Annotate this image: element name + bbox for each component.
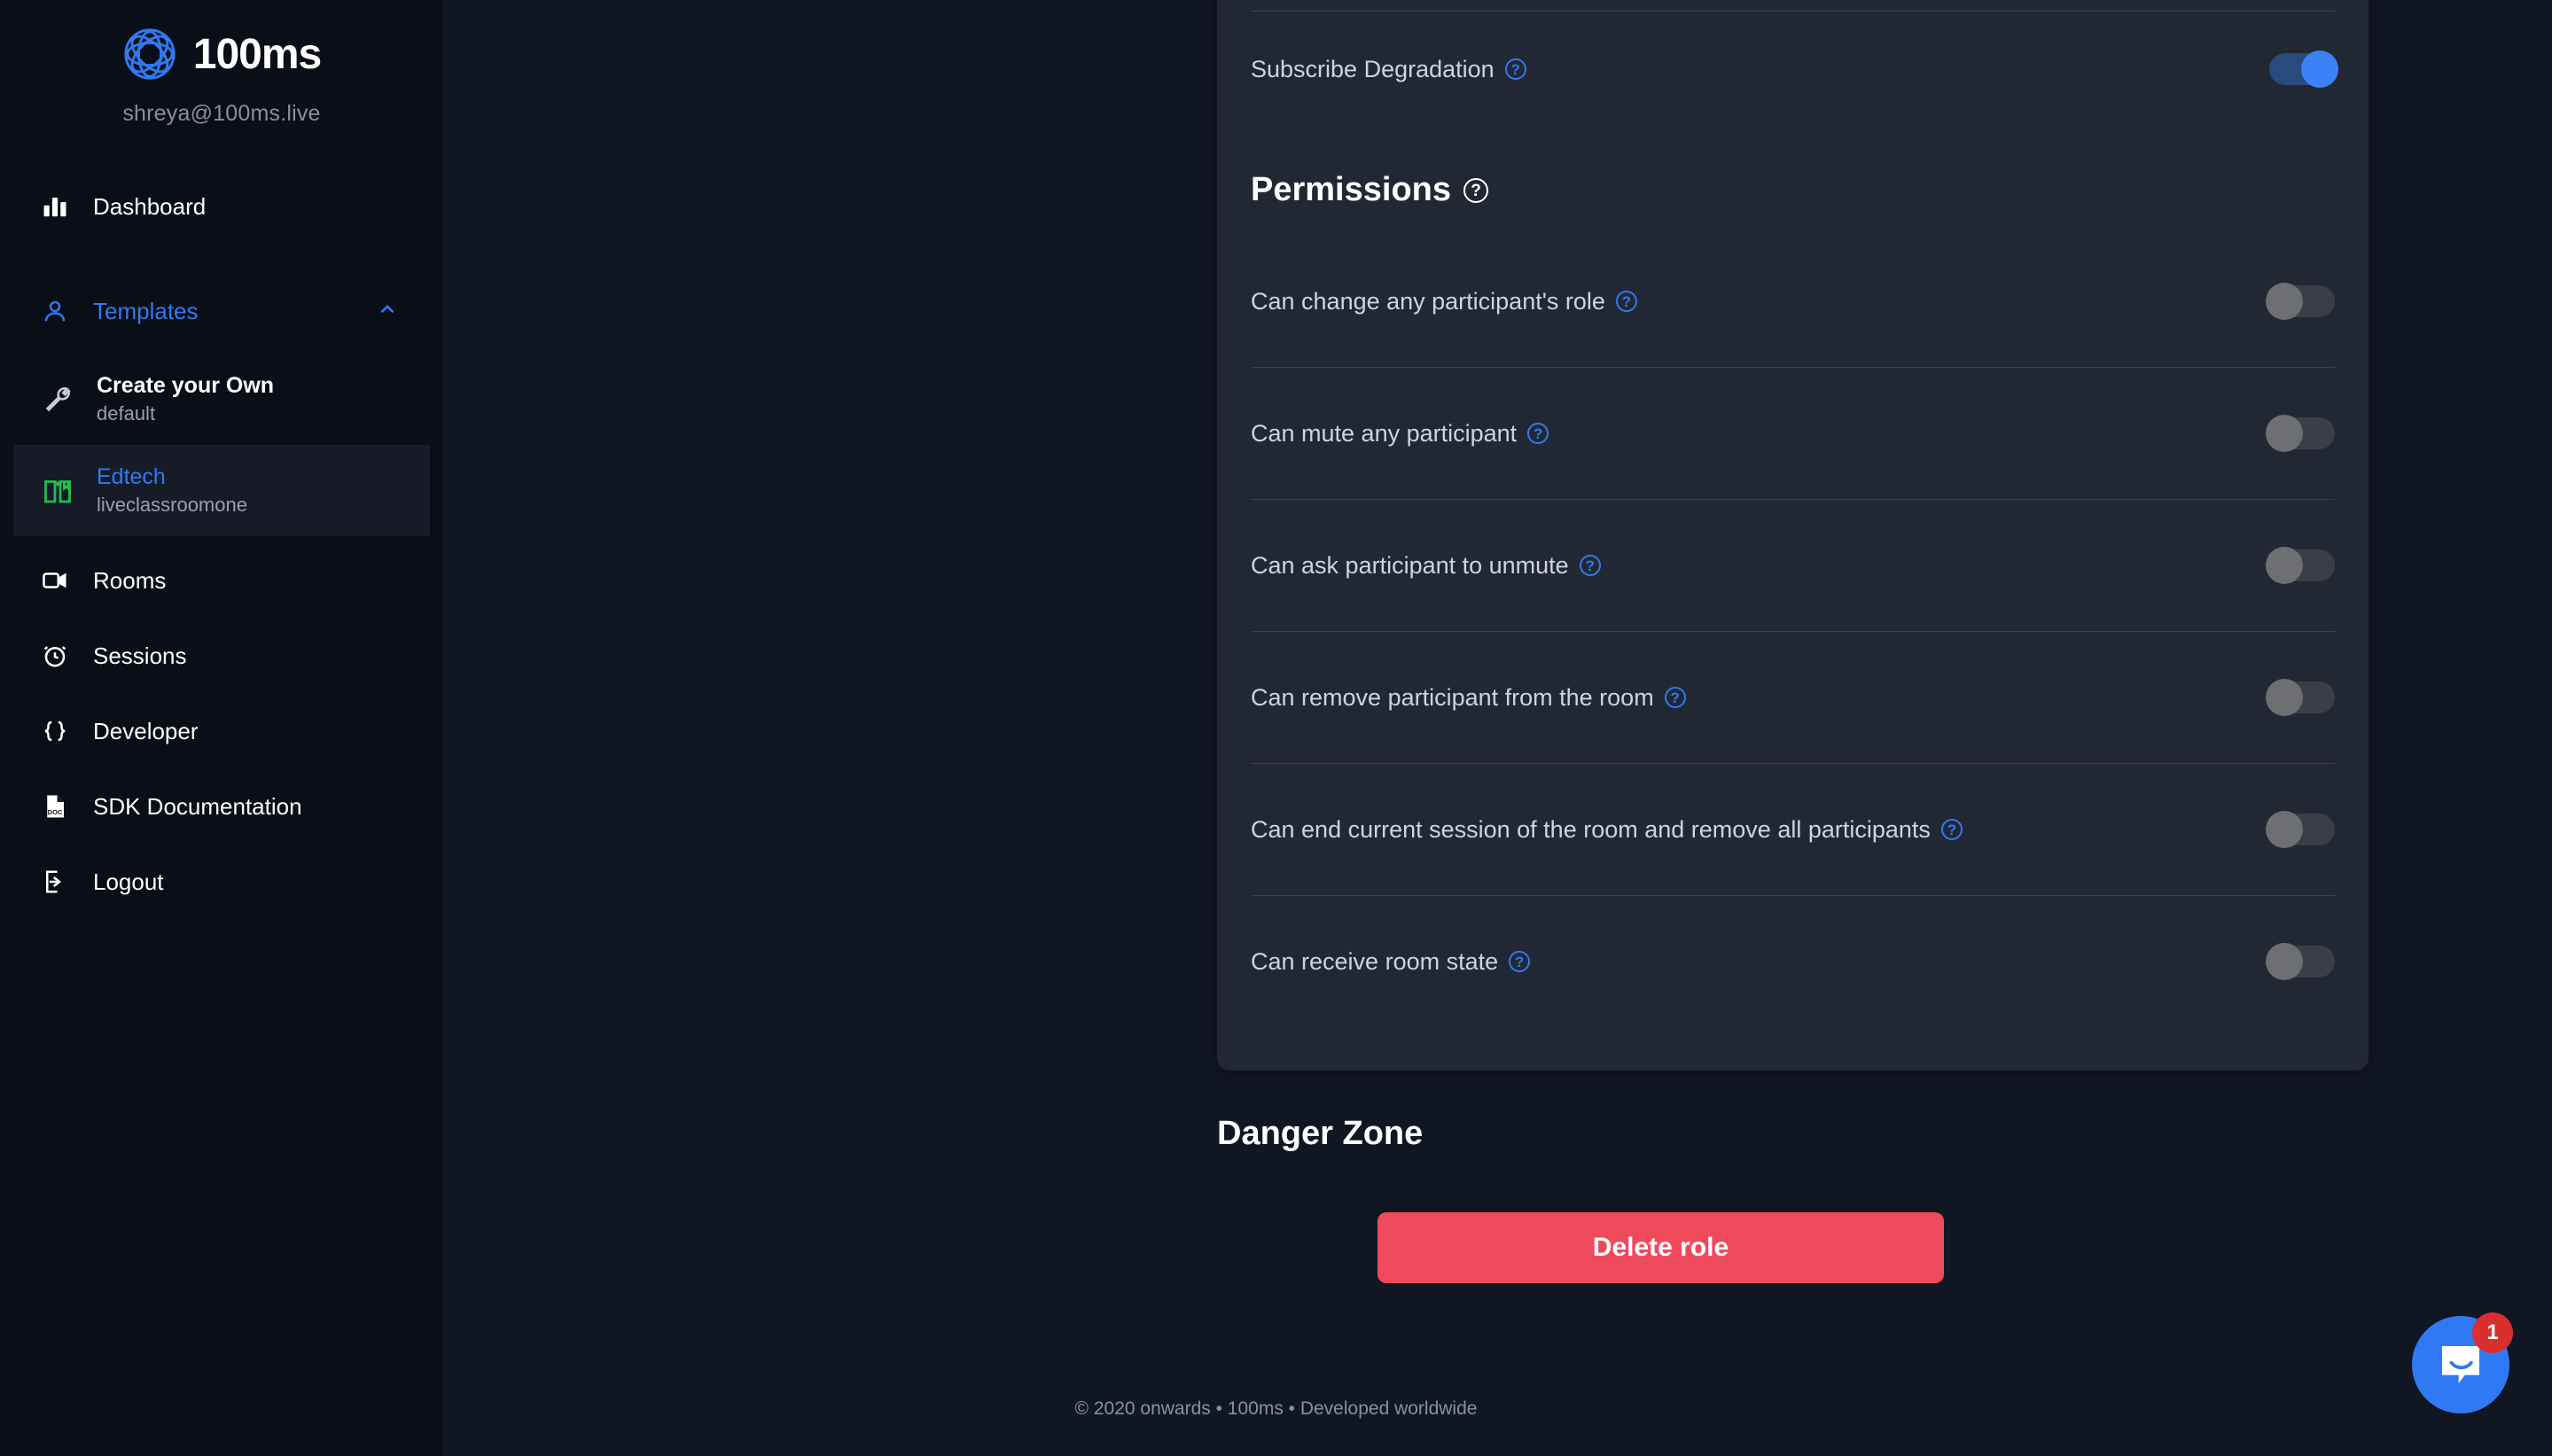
sidebar-item-label: Developer bbox=[93, 717, 199, 744]
logout-arrow-icon bbox=[40, 867, 70, 897]
user-icon bbox=[40, 296, 70, 326]
toggle-permission[interactable] bbox=[2266, 283, 2335, 320]
wrench-icon bbox=[40, 382, 75, 417]
help-icon[interactable]: ? bbox=[1527, 423, 1549, 444]
help-icon[interactable]: ? bbox=[1615, 291, 1637, 312]
sidebar-item-sessions[interactable]: Sessions bbox=[0, 629, 443, 682]
toggle-subscribe-degradation[interactable] bbox=[2269, 51, 2338, 88]
sidebar-nav: Dashboard Templates Create your Own defa… bbox=[0, 180, 443, 908]
sidebar-item-developer[interactable]: Developer bbox=[0, 705, 443, 758]
user-email: shreya@100ms.live bbox=[122, 101, 321, 126]
template-subtitle: default bbox=[97, 402, 156, 424]
brand: 100ms bbox=[0, 0, 443, 82]
help-icon[interactable]: ? bbox=[1504, 58, 1526, 80]
sidebar-item-logout[interactable]: Logout bbox=[0, 855, 443, 908]
sidebar-item-label: Logout bbox=[93, 868, 164, 895]
help-icon[interactable]: ? bbox=[1579, 555, 1601, 576]
permission-label: Can end current session of the room and … bbox=[1251, 815, 1931, 843]
permission-row: Can ask participant to unmute ? bbox=[1251, 500, 2335, 631]
permission-row: Can remove participant from the room ? bbox=[1251, 632, 2335, 763]
doc-file-icon: DOC bbox=[40, 791, 70, 821]
template-item-edtech[interactable]: Edtech liveclassroomone bbox=[13, 445, 430, 536]
help-icon[interactable]: ? bbox=[1463, 177, 1488, 203]
permission-row: Can change any participant's role ? bbox=[1251, 236, 2335, 367]
permission-label: Can remove participant from the room bbox=[1251, 683, 1654, 711]
permission-label: Can mute any participant bbox=[1251, 419, 1518, 447]
toggle-permission[interactable] bbox=[2266, 943, 2335, 980]
sidebar-item-templates[interactable]: Templates bbox=[0, 284, 443, 338]
toggle-knob bbox=[2266, 547, 2303, 584]
sidebar-item-label: Dashboard bbox=[93, 192, 207, 220]
permission-label: Can ask participant to unmute bbox=[1251, 551, 1569, 579]
sidebar-item-label: Rooms bbox=[93, 566, 167, 594]
sidebar-item-sdk-documentation[interactable]: DOC SDK Documentation bbox=[0, 780, 443, 833]
toggle-permission[interactable] bbox=[2266, 811, 2335, 848]
toggle-knob bbox=[2266, 283, 2303, 320]
svg-text:DOC: DOC bbox=[48, 808, 63, 816]
toggle-knob bbox=[2266, 943, 2303, 980]
toggle-permission[interactable] bbox=[2266, 547, 2335, 584]
toggle-permission[interactable] bbox=[2266, 415, 2335, 452]
delete-role-button[interactable]: Delete role bbox=[1377, 1212, 1944, 1283]
permission-row: Can receive room state ? bbox=[1251, 896, 2335, 1027]
toggle-knob bbox=[2266, 415, 2303, 452]
toggle-permission[interactable] bbox=[2266, 679, 2335, 716]
sidebar-item-dashboard[interactable]: Dashboard bbox=[0, 180, 443, 233]
help-icon[interactable]: ? bbox=[1509, 951, 1531, 972]
footer-text: © 2020 onwards • 100ms • Developed world… bbox=[1074, 1398, 1478, 1419]
toggle-knob bbox=[2266, 811, 2303, 848]
setting-label: Subscribe Degradation bbox=[1251, 55, 1495, 82]
app-root: 100ms shreya@100ms.live Dashboard Templa… bbox=[0, 0, 2552, 1456]
settings-card: Subscribe Degradation ? Permissions ? Ca… bbox=[1217, 0, 2369, 1071]
template-title: Create your Own bbox=[97, 373, 275, 398]
bar-chart-icon bbox=[40, 191, 70, 222]
help-icon[interactable]: ? bbox=[1664, 687, 1686, 708]
video-camera-icon bbox=[40, 565, 70, 596]
permissions-heading: Permissions ? bbox=[1251, 127, 2335, 236]
sidebar-item-label: Sessions bbox=[93, 642, 187, 669]
permission-row: Can end current session of the room and … bbox=[1251, 764, 2335, 895]
help-icon[interactable]: ? bbox=[1940, 819, 1963, 840]
toggle-knob bbox=[2301, 51, 2338, 88]
permission-label: Can change any participant's role bbox=[1251, 287, 1605, 315]
toggle-knob bbox=[2266, 679, 2303, 716]
intercom-launcher-button[interactable]: 1 bbox=[2412, 1312, 2513, 1413]
permission-label: Can receive room state bbox=[1251, 947, 1499, 975]
code-braces-icon bbox=[40, 716, 70, 746]
main-content: Subscribe Degradation ? Permissions ? Ca… bbox=[443, 0, 2552, 1456]
sidebar-item-label: SDK Documentation bbox=[93, 792, 302, 820]
sidebar-item-rooms[interactable]: Rooms bbox=[0, 554, 443, 607]
template-subtitle: liveclassroomone bbox=[97, 494, 247, 516]
template-title: Edtech bbox=[97, 464, 166, 489]
template-item-create-your-own[interactable]: Create your Own default bbox=[13, 354, 430, 445]
permissions-heading-label: Permissions bbox=[1251, 171, 1451, 208]
permission-row: Can mute any participant ? bbox=[1251, 368, 2335, 499]
chevron-up-icon[interactable] bbox=[376, 298, 399, 325]
open-book-icon bbox=[40, 473, 75, 509]
setting-row-subscribe-degradation: Subscribe Degradation ? bbox=[1251, 12, 2338, 127]
brand-name: 100ms bbox=[192, 30, 322, 78]
sidebar-item-label: Templates bbox=[93, 297, 199, 324]
sidebar: 100ms shreya@100ms.live Dashboard Templa… bbox=[0, 0, 443, 1456]
alarm-clock-icon bbox=[40, 641, 70, 671]
100ms-flower-logo-icon bbox=[122, 27, 177, 82]
unread-count-badge: 1 bbox=[2472, 1312, 2513, 1353]
danger-zone-title: Danger Zone bbox=[1217, 1115, 1424, 1152]
